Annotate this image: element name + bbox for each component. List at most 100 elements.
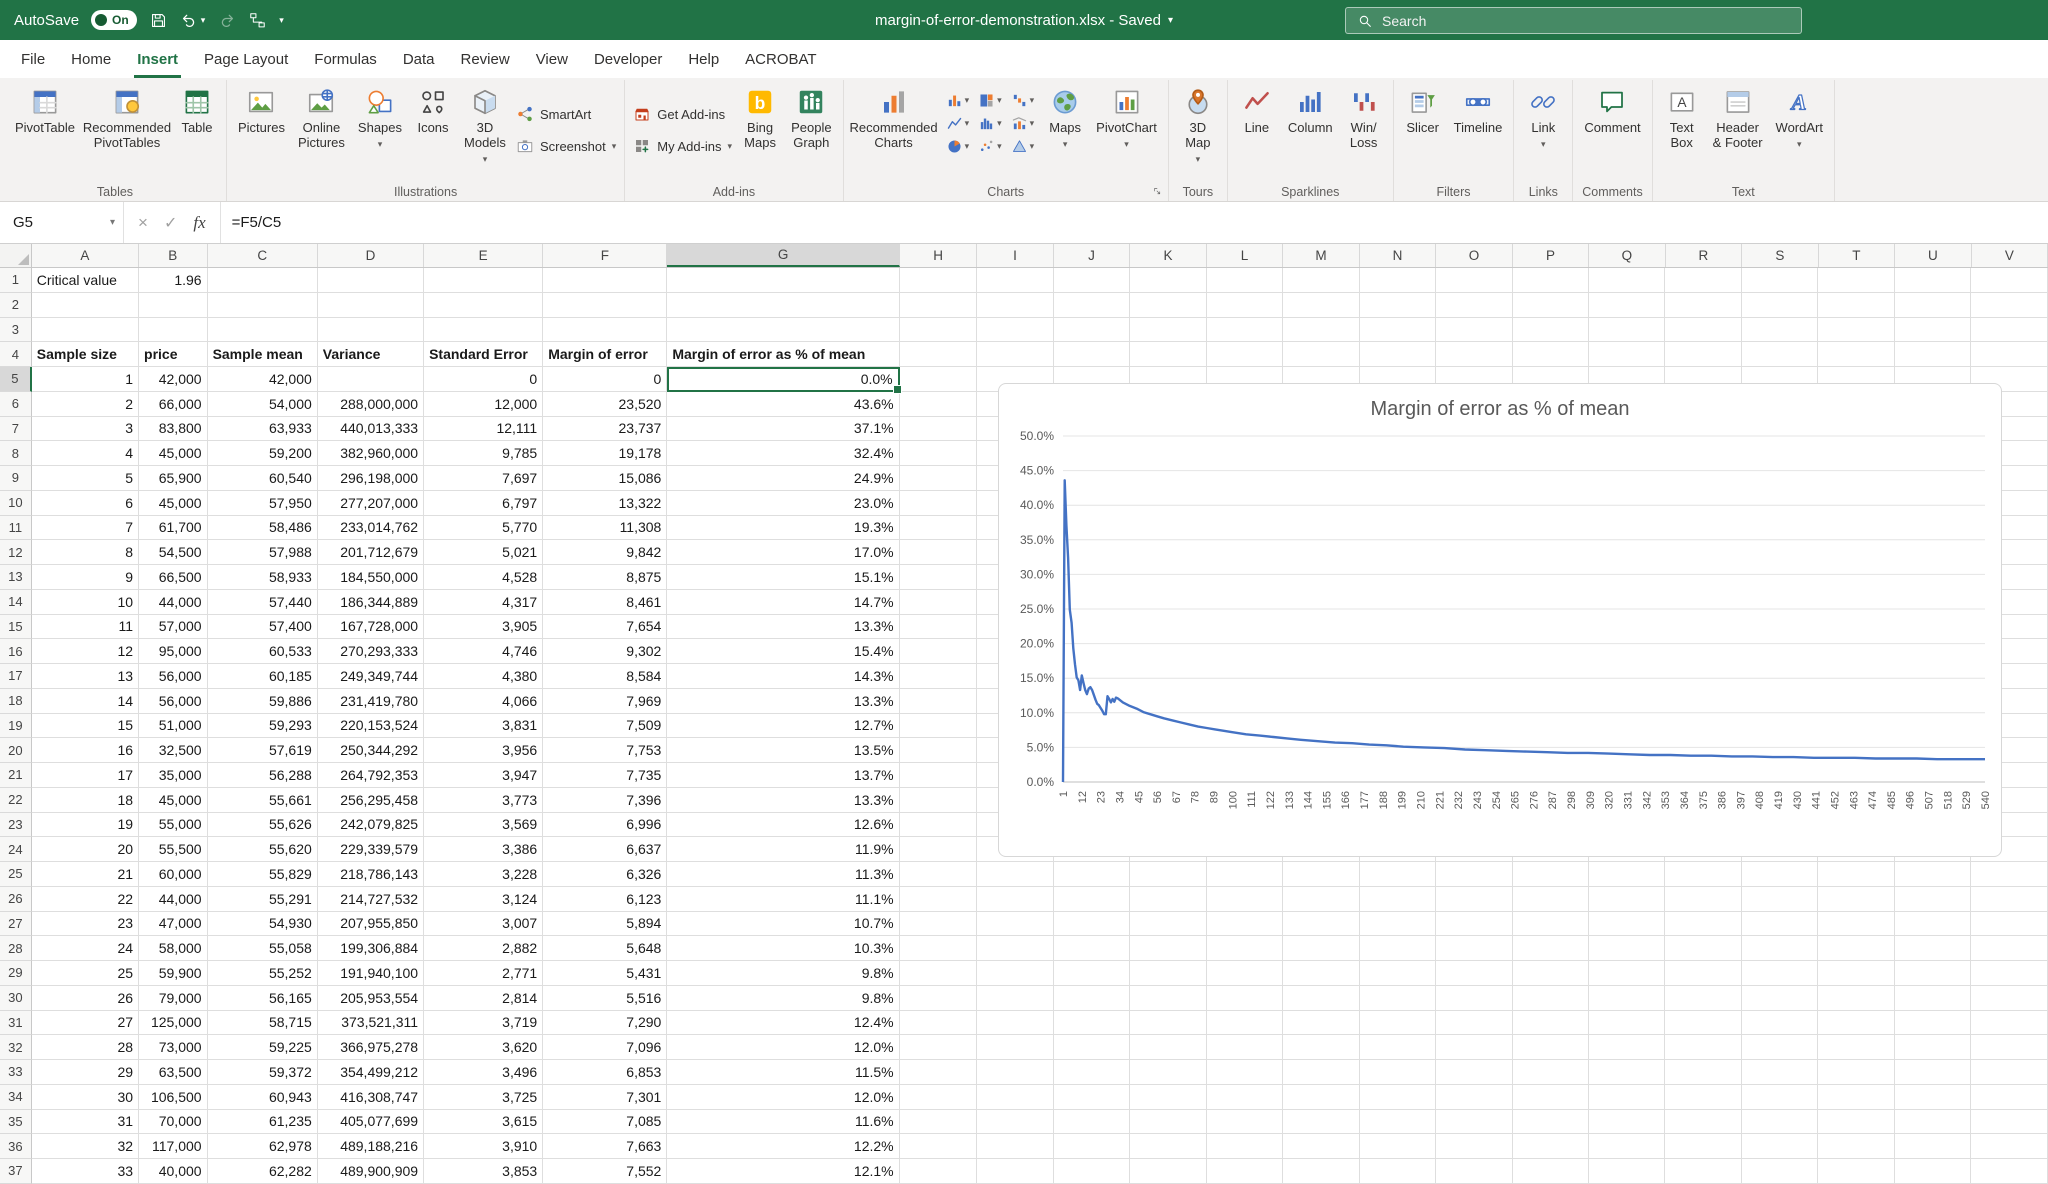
cell-I32[interactable] xyxy=(977,1035,1053,1060)
cell-G33[interactable]: 11.5% xyxy=(667,1060,899,1085)
cell-T33[interactable] xyxy=(1818,1060,1894,1085)
cell-U36[interactable] xyxy=(1895,1134,1971,1159)
column-header-T[interactable]: T xyxy=(1819,244,1895,267)
ribbon-button-chart-hierarchy[interactable]: ▾ xyxy=(978,92,1002,109)
search-box[interactable]: Search xyxy=(1345,7,1802,34)
cell-C15[interactable]: 57,400 xyxy=(208,615,318,640)
cell-V2[interactable] xyxy=(1971,293,2047,318)
cell-G18[interactable]: 13.3% xyxy=(667,689,899,714)
cell-F29[interactable]: 5,431 xyxy=(543,961,667,986)
cell-D19[interactable]: 220,153,524 xyxy=(318,714,424,739)
ribbon-button-chart-waterfall[interactable]: ▾ xyxy=(1011,92,1035,109)
cell-D3[interactable] xyxy=(318,318,424,343)
ribbon-button-smartart[interactable]: SmartArt xyxy=(516,105,616,123)
cell-A4[interactable]: Sample size xyxy=(32,342,139,367)
cell-R2[interactable] xyxy=(1665,293,1741,318)
cell-T34[interactable] xyxy=(1818,1085,1894,1110)
cell-C35[interactable]: 61,235 xyxy=(208,1110,318,1135)
cell-U29[interactable] xyxy=(1895,961,1971,986)
ribbon-button-pivotchart[interactable]: PivotChart▾ xyxy=(1090,82,1163,180)
cell-Q31[interactable] xyxy=(1589,1011,1665,1036)
cell-R27[interactable] xyxy=(1665,912,1741,937)
cell-D22[interactable]: 256,295,458 xyxy=(318,788,424,813)
tab-page-layout[interactable]: Page Layout xyxy=(191,40,301,78)
row-header-18[interactable]: 18 xyxy=(0,689,32,714)
cell-B9[interactable]: 65,900 xyxy=(139,466,208,491)
row-header-8[interactable]: 8 xyxy=(0,441,32,466)
cell-N30[interactable] xyxy=(1360,986,1436,1011)
cell-F15[interactable]: 7,654 xyxy=(543,615,667,640)
ribbon-button-maps[interactable]: Maps▾ xyxy=(1041,82,1089,180)
cell-L30[interactable] xyxy=(1207,986,1283,1011)
row-header-13[interactable]: 13 xyxy=(0,565,32,590)
cell-N31[interactable] xyxy=(1360,1011,1436,1036)
cell-C25[interactable]: 55,829 xyxy=(208,862,318,887)
cell-G21[interactable]: 13.7% xyxy=(667,763,899,788)
cell-R4[interactable] xyxy=(1665,342,1741,367)
column-header-Q[interactable]: Q xyxy=(1589,244,1665,267)
cell-L35[interactable] xyxy=(1207,1110,1283,1135)
column-header-C[interactable]: C xyxy=(208,244,318,267)
cell-C29[interactable]: 55,252 xyxy=(208,961,318,986)
ribbon-button-chart-column[interactable]: ▾ xyxy=(946,92,970,109)
ribbon-button-slicer[interactable]: Slicer xyxy=(1399,82,1447,180)
cell-V1[interactable] xyxy=(1971,268,2047,293)
cell-K1[interactable] xyxy=(1130,268,1206,293)
cell-K37[interactable] xyxy=(1130,1159,1206,1184)
column-header-O[interactable]: O xyxy=(1436,244,1512,267)
cell-O36[interactable] xyxy=(1436,1134,1512,1159)
row-header-36[interactable]: 36 xyxy=(0,1134,32,1159)
cell-P1[interactable] xyxy=(1513,268,1589,293)
cell-E20[interactable]: 3,956 xyxy=(424,738,543,763)
cell-E10[interactable]: 6,797 xyxy=(424,491,543,516)
row-header-37[interactable]: 37 xyxy=(0,1159,32,1184)
cell-I1[interactable] xyxy=(977,268,1053,293)
cell-G3[interactable] xyxy=(667,318,899,343)
cell-V27[interactable] xyxy=(1971,912,2047,937)
cell-Q4[interactable] xyxy=(1589,342,1665,367)
cell-S3[interactable] xyxy=(1742,318,1818,343)
cell-N36[interactable] xyxy=(1360,1134,1436,1159)
cell-H22[interactable] xyxy=(900,788,977,813)
cell-C9[interactable]: 60,540 xyxy=(208,466,318,491)
cell-G29[interactable]: 9.8% xyxy=(667,961,899,986)
ribbon-button-3d-map[interactable]: 3D Map▾ xyxy=(1174,82,1222,180)
cell-K4[interactable] xyxy=(1130,342,1206,367)
row-header-32[interactable]: 32 xyxy=(0,1035,32,1060)
ribbon-button-chart-pie[interactable]: ▾ xyxy=(946,138,970,155)
cell-E14[interactable]: 4,317 xyxy=(424,590,543,615)
cell-L26[interactable] xyxy=(1207,887,1283,912)
row-header-21[interactable]: 21 xyxy=(0,763,32,788)
cell-Q26[interactable] xyxy=(1589,887,1665,912)
row-header-2[interactable]: 2 xyxy=(0,293,32,318)
cell-K35[interactable] xyxy=(1130,1110,1206,1135)
cell-E15[interactable]: 3,905 xyxy=(424,615,543,640)
cell-H6[interactable] xyxy=(900,392,977,417)
cell-D20[interactable]: 250,344,292 xyxy=(318,738,424,763)
cell-B33[interactable]: 63,500 xyxy=(139,1060,208,1085)
cell-H32[interactable] xyxy=(900,1035,977,1060)
cell-D16[interactable]: 270,293,333 xyxy=(318,639,424,664)
cell-D23[interactable]: 242,079,825 xyxy=(318,813,424,838)
cell-S35[interactable] xyxy=(1742,1110,1818,1135)
enter-icon[interactable]: ✓ xyxy=(164,213,177,233)
cell-T3[interactable] xyxy=(1818,318,1894,343)
cell-E34[interactable]: 3,725 xyxy=(424,1085,543,1110)
cell-S26[interactable] xyxy=(1742,887,1818,912)
cell-B21[interactable]: 35,000 xyxy=(139,763,208,788)
tab-acrobat[interactable]: ACROBAT xyxy=(732,40,829,78)
cell-S25[interactable] xyxy=(1742,862,1818,887)
cell-D26[interactable]: 214,727,532 xyxy=(318,887,424,912)
cell-T28[interactable] xyxy=(1818,936,1894,961)
cell-F25[interactable]: 6,326 xyxy=(543,862,667,887)
cell-C30[interactable]: 56,165 xyxy=(208,986,318,1011)
cell-G30[interactable]: 9.8% xyxy=(667,986,899,1011)
cell-F35[interactable]: 7,085 xyxy=(543,1110,667,1135)
cell-F16[interactable]: 9,302 xyxy=(543,639,667,664)
cell-E37[interactable]: 3,853 xyxy=(424,1159,543,1184)
ribbon-button-bing-maps[interactable]: bBing Maps xyxy=(736,82,784,180)
row-header-11[interactable]: 11 xyxy=(0,516,32,541)
cell-N2[interactable] xyxy=(1360,293,1436,318)
cell-E13[interactable]: 4,528 xyxy=(424,565,543,590)
cell-C1[interactable] xyxy=(208,268,318,293)
